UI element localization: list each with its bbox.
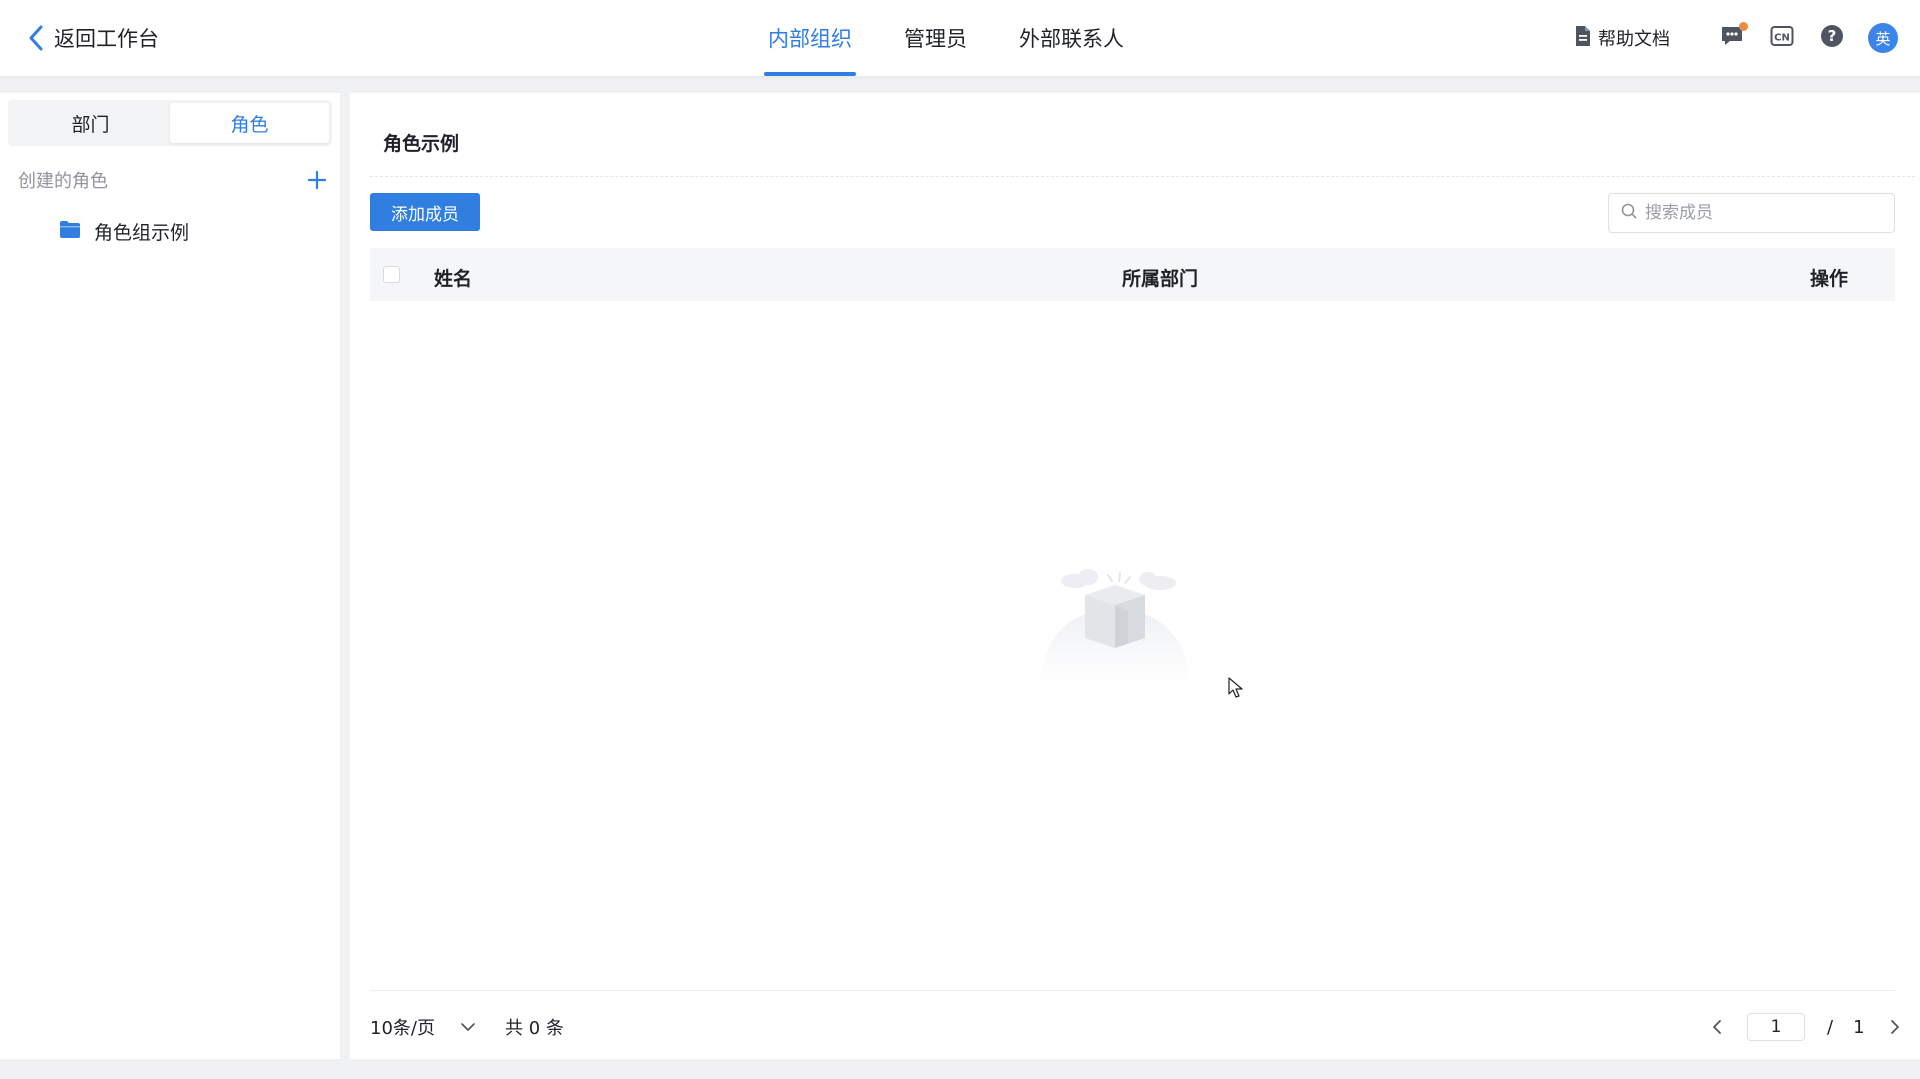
- prev-page-icon[interactable]: [1705, 1015, 1729, 1039]
- total-pages: 1: [1853, 1016, 1865, 1038]
- folder-icon: [60, 220, 80, 242]
- main-panel: 角色示例 添加成员 姓名 所属部门 操作: [350, 93, 1920, 1059]
- segment-department[interactable]: 部门: [11, 103, 170, 143]
- sidebar-segment-control: 部门 角色: [8, 100, 332, 146]
- notification-dot: [1739, 22, 1748, 31]
- column-header-department: 所属部门: [1122, 268, 1199, 290]
- language-icon: CN: [1770, 24, 1794, 52]
- page-separator: /: [1827, 1016, 1834, 1038]
- column-header-name: 姓名: [434, 268, 473, 290]
- pagination-controls: / 1: [1705, 1011, 1907, 1043]
- member-search: [1608, 193, 1895, 233]
- help-doc-link[interactable]: 帮助文档: [1574, 25, 1670, 52]
- tab-internal-org[interactable]: 内部组织: [764, 0, 856, 76]
- select-all-checkbox[interactable]: [383, 266, 400, 283]
- help-button[interactable]: ?: [1818, 24, 1846, 52]
- page-number-input[interactable]: [1747, 1013, 1805, 1041]
- role-group-label: 角色组示例: [94, 221, 190, 244]
- page-title: 角色示例: [383, 133, 460, 155]
- question-icon: ?: [1820, 24, 1844, 52]
- main-nav-tabs: 内部组织 管理员 外部联系人: [764, 0, 1172, 76]
- document-icon: [1574, 25, 1598, 52]
- sidebar-item-role-group[interactable]: 角色组示例: [60, 213, 189, 249]
- svg-text:?: ?: [1828, 27, 1837, 45]
- chevron-down-icon: [461, 1022, 475, 1032]
- title-divider: [370, 176, 1915, 177]
- created-roles-title: 创建的角色: [18, 171, 108, 192]
- created-roles-header: 创建的角色: [18, 163, 330, 197]
- pagination-info: 10条/页 共 0 条: [370, 1011, 564, 1043]
- total-count: 共 0 条: [504, 1018, 564, 1039]
- language-switch-button[interactable]: CN: [1768, 24, 1796, 52]
- mouse-cursor-icon: [1228, 677, 1244, 703]
- segment-role[interactable]: 角色: [170, 103, 329, 143]
- help-doc-label: 帮助文档: [1598, 29, 1670, 50]
- footer-divider: [370, 990, 1895, 991]
- search-input[interactable]: [1645, 203, 1885, 223]
- table-header: 姓名 所属部门 操作: [370, 248, 1895, 301]
- header-actions: 帮助文档 CN ? 英: [1574, 22, 1898, 54]
- column-header-actions: 操作: [1810, 268, 1849, 290]
- page-size-select[interactable]: 10条/页: [370, 1014, 475, 1040]
- add-member-button[interactable]: 添加成员: [370, 193, 480, 231]
- top-header: 返回工作台 内部组织 管理员 外部联系人 帮助文档 CN ? 英: [0, 0, 1920, 76]
- back-label: 返回工作台: [54, 27, 159, 51]
- tab-external-contacts[interactable]: 外部联系人: [1015, 0, 1128, 76]
- svg-text:CN: CN: [1774, 33, 1790, 44]
- add-role-icon[interactable]: [304, 167, 330, 193]
- user-avatar[interactable]: 英: [1868, 23, 1898, 53]
- chevron-left-icon: [28, 24, 48, 52]
- tab-admins[interactable]: 管理员: [900, 0, 971, 76]
- next-page-icon[interactable]: [1883, 1015, 1907, 1039]
- back-to-workbench-link[interactable]: 返回工作台: [28, 22, 159, 54]
- page-size-label: 10条/页: [370, 1018, 435, 1039]
- message-button[interactable]: [1718, 22, 1748, 52]
- empty-state-illustration: [1020, 553, 1210, 683]
- search-icon: [1621, 203, 1637, 223]
- sidebar: 部门 角色 创建的角色 角色组示例: [0, 93, 340, 1059]
